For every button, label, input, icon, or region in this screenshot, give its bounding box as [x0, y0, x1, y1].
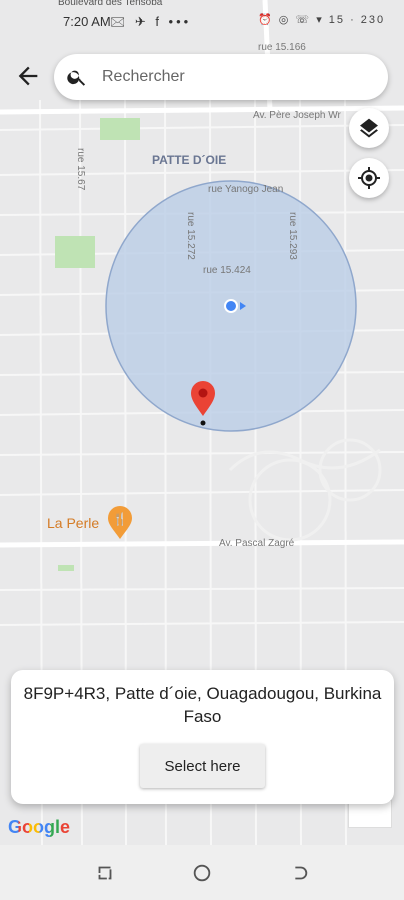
my-location-button[interactable]: [349, 158, 389, 198]
search-icon: [67, 70, 86, 86]
address-text: 8F9P+4R3, Patte d´oie, Ouagadougou, Burk…: [23, 684, 382, 726]
map-label: rue 15.67: [75, 148, 86, 191]
system-navigation-bar: [0, 845, 404, 900]
back-nav-icon[interactable]: [288, 862, 310, 884]
map-label: La Perle: [47, 515, 100, 531]
search-box[interactable]: [54, 54, 388, 100]
my-location-icon: [358, 167, 380, 189]
svg-text:🍴: 🍴: [113, 512, 128, 526]
address-card: 8F9P+4R3, Patte d´oie, Ouagadougou, Burk…: [11, 670, 394, 804]
layers-icon: [360, 118, 378, 138]
status-bar: Boulevard des Tensoba 7:20 AM 🖂 ✈ f ••• …: [0, 0, 404, 40]
map-label: PATTE D´OIE: [152, 153, 227, 167]
select-here-button[interactable]: Select here: [140, 744, 265, 788]
status-time: 7:20 AM: [63, 14, 111, 29]
system-status-icons: ⏰ ◎ ☏ ▾ 15 · 230: [258, 14, 386, 26]
map-label: rue 15.272: [185, 212, 196, 260]
notification-icons: 🖂 ✈ f •••: [110, 14, 192, 29]
map-label: rue 15.166: [258, 42, 306, 53]
status-street: Boulevard des Tensoba: [58, 0, 163, 8]
search-input[interactable]: [102, 54, 372, 100]
map-label: rue 15.293: [287, 212, 298, 260]
google-logo: Google: [8, 817, 70, 838]
back-button[interactable]: [14, 62, 42, 90]
zoom-control[interactable]: [348, 800, 392, 828]
arrow-left-icon: [18, 66, 38, 86]
google-logo-text: Google: [8, 817, 70, 837]
home-icon[interactable]: [191, 862, 213, 884]
map-label: Av. Pascal Zagré: [219, 538, 295, 549]
map-label: rue Yanogo Jean: [208, 184, 284, 195]
my-location-dot: [224, 299, 238, 313]
map-label: rue 15.424: [203, 265, 251, 276]
recent-apps-icon[interactable]: [94, 862, 116, 884]
layers-button[interactable]: [349, 108, 389, 148]
map-label: Av. Père Joseph Wr: [253, 110, 341, 121]
